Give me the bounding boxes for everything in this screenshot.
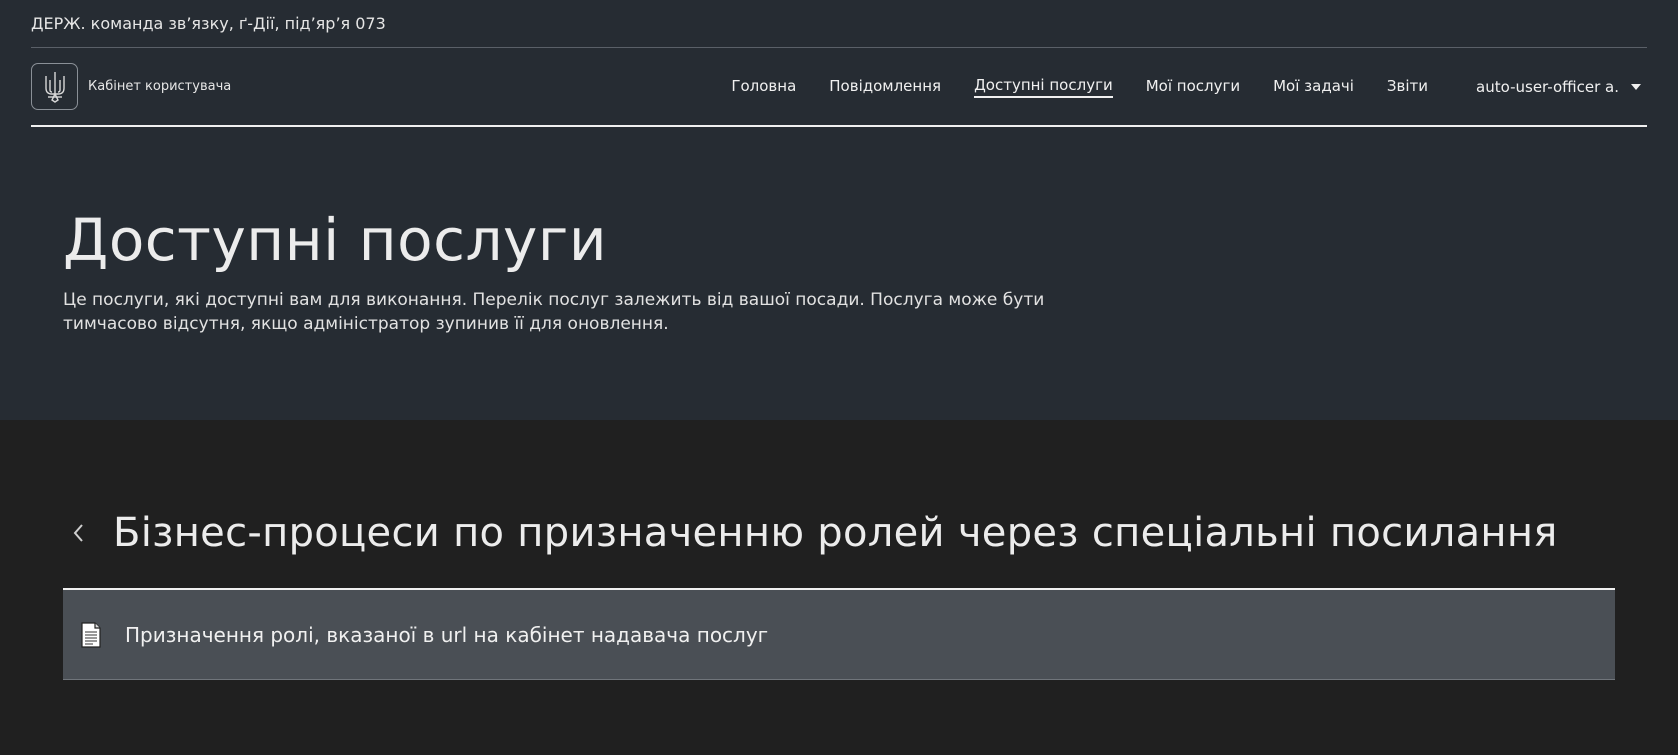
page-title: Доступні послуги bbox=[63, 206, 608, 274]
main-nav: Головна Повідомлення Доступні послуги Мо… bbox=[698, 76, 1647, 98]
page-description: Це послуги, які доступні вам для виконан… bbox=[63, 290, 1045, 334]
section-header: Бізнес-процеси по призначенню ролей чере… bbox=[63, 510, 1558, 556]
nav-available-services[interactable]: Доступні послуги bbox=[974, 76, 1113, 98]
nav-home[interactable]: Головна bbox=[731, 77, 796, 97]
service-label: Призначення ролі, вказаної в url на кабі… bbox=[125, 622, 769, 647]
org-bar: ДЕРЖ. команда зв’язку, ґ-Дії, під’яр’я 0… bbox=[31, 0, 1647, 48]
nav-my-tasks[interactable]: Мої задачі bbox=[1273, 77, 1354, 97]
cabinet-label: Кабінет користувача bbox=[88, 79, 232, 94]
hero: Доступні послуги Це послуги, які доступн… bbox=[63, 204, 1063, 336]
chevron-down-icon bbox=[1631, 83, 1641, 90]
nav-notifications[interactable]: Повідомлення bbox=[829, 77, 941, 97]
org-name: ДЕРЖ. команда зв’язку, ґ-Дії, під’яр’я 0… bbox=[31, 14, 386, 33]
nav-bar: Кабінет користувача Головна Повідомлення… bbox=[31, 48, 1647, 127]
chevron-left-icon bbox=[73, 524, 83, 542]
trident-icon bbox=[44, 71, 65, 103]
content-area: Бізнес-процеси по призначенню ролей чере… bbox=[0, 420, 1678, 755]
section-title: Бізнес-процеси по призначенню ролей чере… bbox=[113, 510, 1558, 556]
nav-reports[interactable]: Звіти bbox=[1387, 77, 1428, 97]
nav-my-services[interactable]: Мої послуги bbox=[1146, 77, 1240, 97]
header-area: ДЕРЖ. команда зв’язку, ґ-Дії, під’яр’я 0… bbox=[0, 0, 1678, 420]
document-icon bbox=[79, 621, 103, 649]
back-button[interactable] bbox=[63, 518, 93, 548]
user-name: auto-user-officer a. bbox=[1476, 77, 1619, 96]
user-menu[interactable]: auto-user-officer a. bbox=[1476, 78, 1647, 96]
logo[interactable] bbox=[31, 63, 78, 110]
service-item[interactable]: Призначення ролі, вказаної в url на кабі… bbox=[63, 588, 1615, 680]
